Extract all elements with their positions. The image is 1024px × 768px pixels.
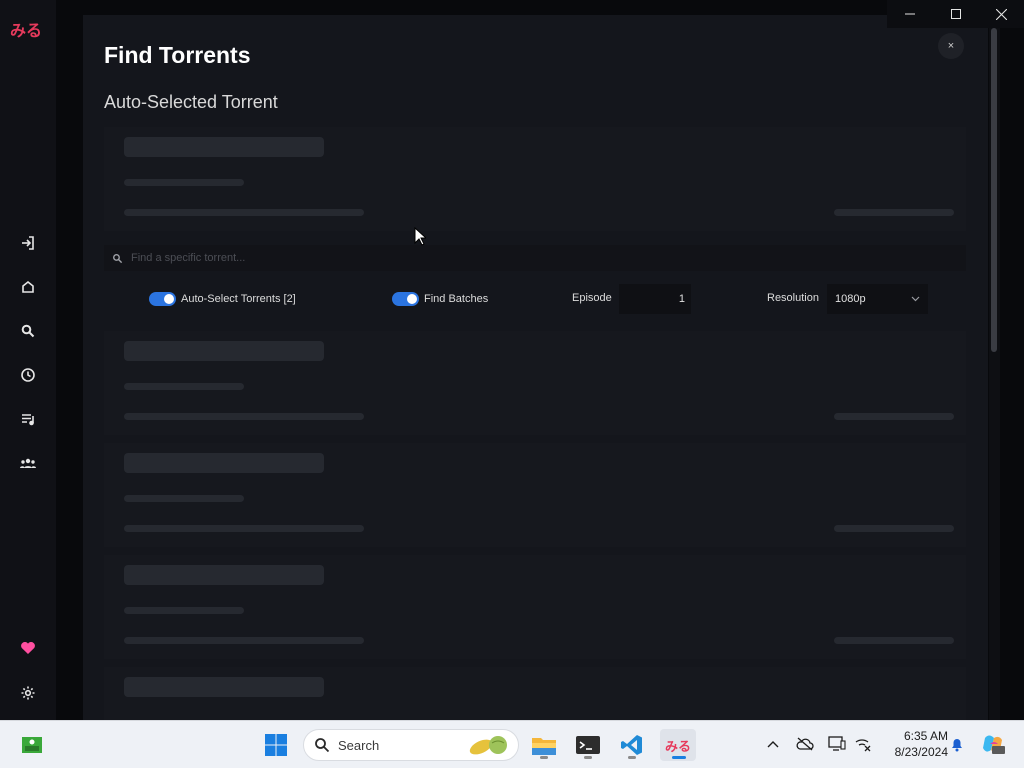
skeleton-line [124, 607, 244, 614]
skeleton-line [834, 413, 954, 420]
auto-select-toggle[interactable] [149, 292, 176, 306]
home-icon[interactable] [18, 277, 38, 297]
taskbar-search-label: Search [338, 737, 380, 753]
window-controls [887, 0, 1024, 28]
episode-label: Episode [572, 292, 612, 304]
mouse-cursor-icon [414, 227, 426, 246]
melon-bing-icon [469, 736, 507, 755]
taskbar: Search みる 6:35 AM 8/23/2024 [0, 720, 1024, 768]
network-icon[interactable] [852, 733, 874, 755]
notification-bell-icon[interactable] [946, 733, 968, 755]
cloud-offline-icon[interactable] [794, 733, 816, 755]
skeleton-title [124, 137, 324, 157]
windows-start-icon[interactable] [260, 729, 292, 761]
group-icon[interactable] [18, 453, 38, 473]
section-subtitle: Auto-Selected Torrent [104, 92, 278, 112]
search-icon [113, 253, 123, 263]
skeleton-line [834, 637, 954, 644]
taskbar-clock[interactable]: 6:35 AM 8/23/2024 [880, 728, 948, 760]
scrollbar-thumb[interactable] [991, 28, 997, 352]
search-icon[interactable] [18, 321, 38, 341]
resolution-select[interactable]: 1080p [827, 284, 928, 314]
file-explorer-icon[interactable] [528, 729, 560, 761]
page-title: Find Torrents [104, 42, 251, 68]
taskbar-running-indicator [628, 756, 636, 759]
torrent-list-item[interactable] [104, 443, 966, 547]
skeleton-title [124, 453, 324, 473]
resolution-label: Resolution [767, 292, 819, 304]
gear-icon[interactable] [18, 683, 38, 703]
torrent-search-bar[interactable] [104, 245, 966, 271]
close-modal-button[interactable]: × [938, 33, 964, 59]
auto-select-label: Auto-Select Torrents [2] [181, 293, 296, 305]
minimize-button[interactable] [887, 0, 933, 28]
taskbar-active-indicator [672, 756, 686, 759]
torrent-list-item[interactable] [104, 667, 966, 720]
skeleton-title [124, 565, 324, 585]
auto-selected-torrent-card[interactable] [104, 127, 966, 231]
taskbar-search[interactable]: Search [303, 729, 519, 761]
sidebar: みる [0, 0, 56, 720]
skeleton-line [124, 209, 364, 216]
find-batches-label: Find Batches [424, 293, 489, 305]
skeleton-line [124, 495, 244, 502]
skeleton-line [124, 413, 364, 420]
skeleton-line [834, 525, 954, 532]
skeleton-line [124, 525, 364, 532]
skeleton-title [124, 677, 324, 697]
torrent-list-item[interactable] [104, 555, 966, 659]
vscode-icon[interactable] [616, 729, 648, 761]
chevron-down-icon [911, 296, 920, 302]
episode-input[interactable]: 1 [619, 284, 691, 314]
heart-icon[interactable] [18, 638, 38, 658]
resolution-value: 1080p [835, 293, 866, 305]
taskbar-app-green-icon[interactable] [16, 729, 48, 761]
miru-taskbar-icon[interactable]: みる [660, 729, 696, 761]
taskbar-running-indicator [540, 756, 548, 759]
maximize-button[interactable] [933, 0, 979, 28]
find-batches-toggle[interactable] [392, 292, 419, 306]
maximize-icon [950, 9, 961, 19]
screen: みる Find Torrents Auto-Selected Torrent ×… [0, 0, 1024, 768]
close-icon [995, 8, 1007, 20]
clock-date: 8/23/2024 [894, 745, 948, 759]
torrent-search-input[interactable] [131, 252, 531, 264]
clock-time: 6:35 AM [903, 729, 948, 743]
skeleton-line [124, 383, 244, 390]
torrent-list-item[interactable] [104, 331, 966, 435]
skeleton-line [834, 209, 954, 216]
display-icon[interactable] [826, 733, 848, 755]
login-icon[interactable] [18, 233, 38, 253]
skeleton-line [124, 179, 244, 186]
skeleton-line [124, 637, 364, 644]
close-window-button[interactable] [978, 0, 1024, 28]
clock-icon[interactable] [18, 365, 38, 385]
terminal-icon[interactable] [572, 729, 604, 761]
playlist-icon[interactable] [18, 409, 38, 429]
skeleton-title [124, 341, 324, 361]
taskbar-running-indicator [584, 756, 592, 759]
minimize-icon [904, 13, 915, 15]
miru-taskbar-label: みる [664, 739, 691, 755]
app-logo[interactable]: みる [10, 17, 42, 41]
chevron-up-icon[interactable] [762, 733, 784, 755]
search-icon [315, 738, 330, 753]
copilot-icon[interactable] [980, 731, 1006, 757]
